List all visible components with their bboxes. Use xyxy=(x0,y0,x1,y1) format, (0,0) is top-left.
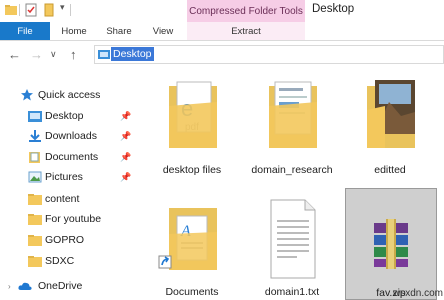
address-bar[interactable]: Desktop xyxy=(94,45,444,64)
sidebar-item-label: Downloads xyxy=(45,130,97,142)
customize-qat-icon[interactable]: ▾ xyxy=(60,2,65,13)
sidebar-item-label: Pictures xyxy=(45,171,83,183)
properties-icon[interactable] xyxy=(24,3,38,17)
address-row: ← → ∨ ↑ Desktop xyxy=(0,41,444,68)
sidebar-item-onedrive[interactable]: › OneDrive xyxy=(0,276,140,296)
winrar-archive-icon xyxy=(374,219,408,269)
documents-icon xyxy=(29,152,40,163)
sidebar-item-label: Quick access xyxy=(38,89,101,101)
file-name: Documents xyxy=(165,286,219,298)
folder-icon xyxy=(28,235,42,246)
star-icon xyxy=(21,89,33,101)
sidebar-item-label: OneDrive xyxy=(38,280,83,292)
new-folder-icon[interactable] xyxy=(42,3,56,17)
sidebar-item-documents[interactable]: Documents 📌 xyxy=(0,147,140,167)
forward-arrow-icon[interactable]: → xyxy=(30,47,43,62)
tab-file[interactable]: File xyxy=(0,22,50,40)
folder-icon xyxy=(5,5,17,15)
tab-view[interactable]: View xyxy=(146,22,180,40)
sidebar-item-gopro[interactable]: GOPRO xyxy=(0,230,140,250)
folder-with-docs-icon xyxy=(269,81,317,148)
desktop-folder-icon xyxy=(98,50,110,59)
file-item-domain1-txt[interactable]: domain1.txt xyxy=(247,194,337,300)
pin-icon[interactable]: 📌 xyxy=(120,152,131,163)
divider xyxy=(19,4,20,16)
watermark: wsxdn.com xyxy=(393,288,444,299)
sidebar-item-quick-access[interactable]: Quick access xyxy=(0,85,140,105)
file-list: e pdf desktop files domain_research edit… xyxy=(141,70,444,300)
sidebar-item-content[interactable]: content xyxy=(0,189,140,209)
chevron-right-icon[interactable]: › xyxy=(8,282,11,291)
folder-with-docs-icon: e pdf xyxy=(169,81,217,148)
tab-home[interactable]: Home xyxy=(56,22,92,40)
sidebar-item-label: GOPRO xyxy=(45,234,85,246)
tab-share[interactable]: Share xyxy=(100,22,138,40)
navigation-pane: Quick access Desktop 📌 Downloads 📌 Docum… xyxy=(0,70,140,299)
file-item-editted[interactable]: editted xyxy=(345,72,435,178)
folder-icon xyxy=(28,194,42,205)
address-path[interactable]: Desktop xyxy=(111,47,154,61)
sidebar-item-label: content xyxy=(45,193,80,205)
sidebar-item-label: SDXC xyxy=(45,255,75,267)
cloud-icon xyxy=(18,282,32,290)
context-tab-group-label: Compressed Folder Tools xyxy=(187,0,305,22)
divider xyxy=(70,4,71,16)
file-name: desktop files xyxy=(162,164,222,176)
folder-with-photo-icon xyxy=(367,80,415,148)
ribbon-tabs: File Home Share View Extract xyxy=(0,22,444,41)
sidebar-item-sdxc[interactable]: SDXC xyxy=(0,251,140,271)
file-item-domain-research[interactable]: domain_research xyxy=(247,72,337,178)
sidebar-item-desktop[interactable]: Desktop 📌 xyxy=(0,106,140,126)
pin-icon[interactable]: 📌 xyxy=(120,172,131,183)
sidebar-item-label: Desktop xyxy=(45,110,84,122)
folder-icon xyxy=(28,256,42,267)
file-item-documents[interactable]: A Documents xyxy=(147,194,237,300)
file-name: editted xyxy=(374,164,406,176)
tab-extract[interactable]: Extract xyxy=(187,22,305,40)
window-title: Desktop xyxy=(312,3,355,15)
file-name: domain1.txt xyxy=(264,286,320,298)
sidebar-item-for-youtube[interactable]: For youtube xyxy=(0,209,140,229)
back-arrow-icon[interactable]: ← xyxy=(8,47,21,62)
file-item-desktop-files[interactable]: e pdf desktop files xyxy=(147,72,237,178)
up-arrow-icon[interactable]: ↑ xyxy=(70,47,77,62)
recent-locations-icon[interactable]: ∨ xyxy=(50,49,57,60)
folder-blue-icon xyxy=(28,111,42,122)
sidebar-item-label: Documents xyxy=(45,151,99,163)
download-icon xyxy=(29,130,41,142)
text-file-icon xyxy=(270,199,316,279)
file-name: domain_research xyxy=(251,164,333,176)
documents-shortcut-icon: A xyxy=(158,208,217,270)
pin-icon[interactable]: 📌 xyxy=(120,111,131,122)
sidebar-item-downloads[interactable]: Downloads 📌 xyxy=(0,126,140,146)
title-bar: ▾ Compressed Folder Tools Desktop xyxy=(0,0,444,22)
pictures-icon xyxy=(28,171,42,183)
sidebar-item-pictures[interactable]: Pictures 📌 xyxy=(0,167,140,187)
folder-icon xyxy=(28,214,42,225)
sidebar-item-label: For youtube xyxy=(45,213,102,225)
file-item-fav-zip[interactable]: fav.zip xyxy=(345,188,437,300)
pin-icon[interactable]: 📌 xyxy=(120,131,131,142)
